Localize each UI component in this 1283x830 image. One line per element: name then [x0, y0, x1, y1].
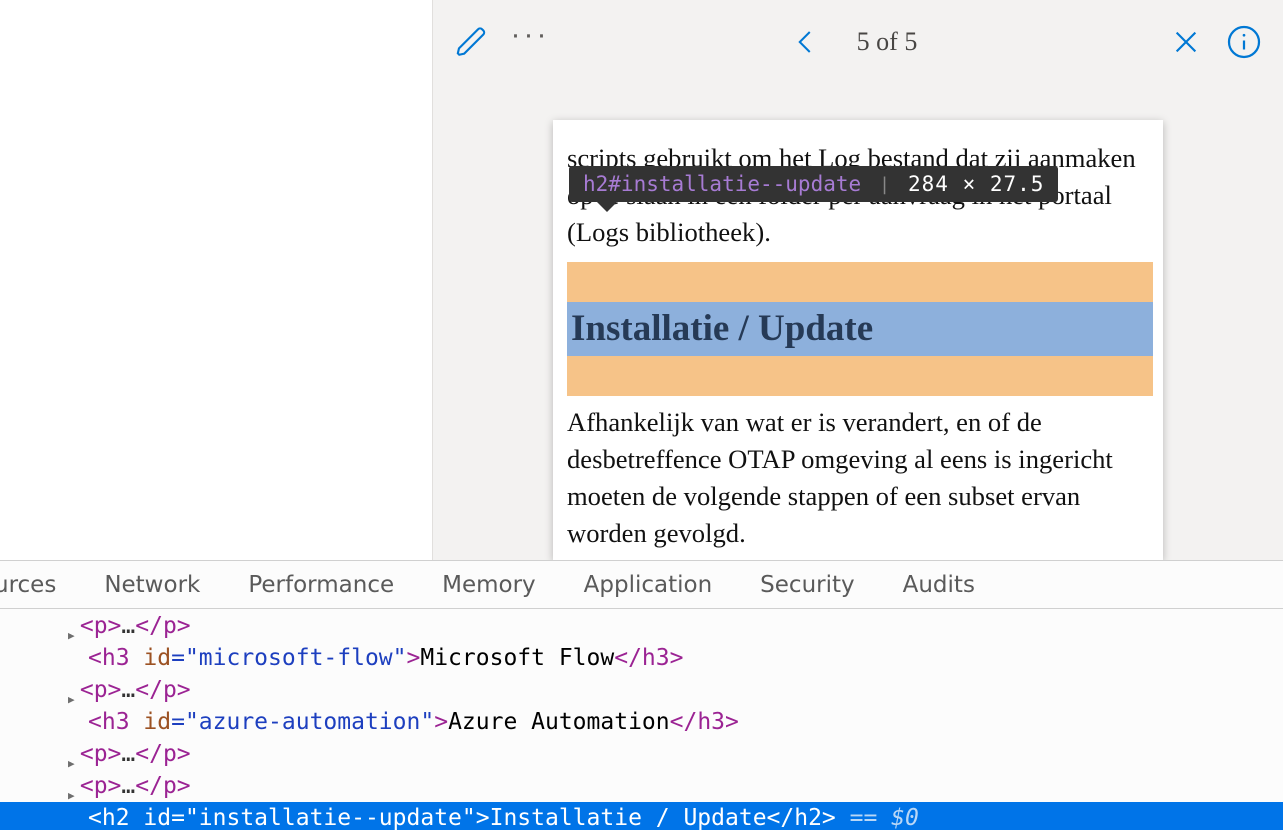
tab-sources[interactable]: urces: [0, 572, 56, 598]
document-paragraph: Afhankelijk van wat er is verandert, en …: [567, 404, 1153, 553]
ellipsis-icon: ···: [511, 20, 550, 64]
highlight-margin-top: [567, 262, 1153, 302]
more-menu-button[interactable]: ···: [503, 15, 557, 69]
dom-node[interactable]: <p>…</p>: [0, 674, 1283, 706]
dom-node[interactable]: <p>…</p>: [0, 610, 1283, 642]
chevron-left-icon: [791, 22, 821, 62]
heading-text: Installatie / Update: [571, 307, 873, 350]
close-icon: [1170, 26, 1202, 58]
dom-node[interactable]: <p>…</p>: [0, 738, 1283, 770]
tooltip-sep: |: [879, 174, 890, 195]
tab-memory[interactable]: Memory: [442, 572, 536, 598]
document-page: h2#installatie--update | 284 × 27.5 scri…: [553, 120, 1163, 560]
dom-node[interactable]: <h3 id="microsoft-flow">Microsoft Flow</…: [0, 642, 1283, 674]
editor-gutter: [0, 0, 432, 560]
dom-node[interactable]: <h3 id="azure-automation">Azure Automati…: [0, 706, 1283, 738]
devtools-tabs: urces Network Performance Memory Applica…: [0, 561, 1283, 609]
close-preview-button[interactable]: [1159, 15, 1213, 69]
page-counter: 5 of 5: [837, 27, 938, 57]
tab-application[interactable]: Application: [584, 572, 713, 598]
highlight-margin-bottom: [567, 356, 1153, 396]
prev-page-button[interactable]: [779, 15, 833, 69]
inspector-tooltip: h2#installatie--update | 284 × 27.5: [569, 166, 1058, 202]
tooltip-dimensions: 284 × 27.5: [908, 172, 1044, 196]
dom-node-selected[interactable]: <h2 id="installatie--update">Installatie…: [0, 802, 1283, 830]
dom-tree[interactable]: <p>…</p> <h3 id="microsoft-flow">Microso…: [0, 609, 1283, 830]
highlighted-heading: Installatie / Update: [567, 302, 1153, 356]
tab-security[interactable]: Security: [760, 572, 854, 598]
info-button[interactable]: [1217, 15, 1271, 69]
preview-toolbar: ··· 5 of 5: [433, 0, 1283, 84]
dom-node[interactable]: <p>…</p>: [0, 770, 1283, 802]
info-icon: [1226, 24, 1262, 60]
devtools-panel: urces Network Performance Memory Applica…: [0, 560, 1283, 830]
tab-performance[interactable]: Performance: [248, 572, 394, 598]
edit-button[interactable]: [445, 15, 499, 69]
tab-audits[interactable]: Audits: [903, 572, 975, 598]
pencil-icon: [455, 25, 489, 59]
tooltip-selector: h2#installatie--update: [583, 172, 861, 196]
document-viewport[interactable]: h2#installatie--update | 284 × 27.5 scri…: [433, 84, 1283, 560]
tab-network[interactable]: Network: [104, 572, 200, 598]
preview-panel: ··· 5 of 5 h2#installatie--update | 284 …: [432, 0, 1283, 560]
